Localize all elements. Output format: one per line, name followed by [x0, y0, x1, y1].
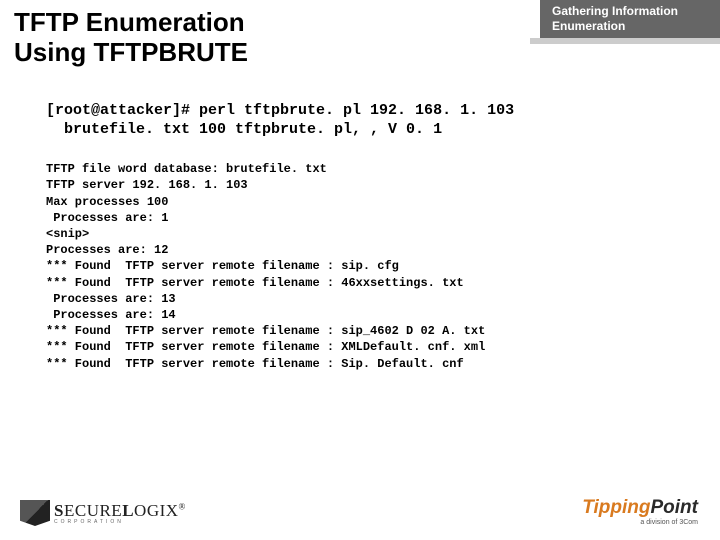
title-line1: TFTP Enumeration — [14, 7, 245, 37]
brand-reg: ® — [179, 501, 186, 511]
section-tab: Gathering Information Enumeration — [540, 0, 720, 38]
out-l12: *** Found TFTP server remote filename : … — [46, 340, 485, 354]
tp-b: Point — [651, 497, 699, 518]
terminal-command: [root@attacker]# perl tftpbrute. pl 192.… — [46, 102, 720, 140]
tab-line1: Gathering Information — [552, 4, 678, 18]
securelogix-mark-icon — [20, 500, 50, 526]
out-l9: Processes are: 13 — [46, 292, 176, 306]
brand-b: ECURE — [64, 501, 122, 520]
tippingpoint-logo: TippingPoint a division of 3Com — [582, 498, 698, 526]
out-l10: Processes are: 14 — [46, 308, 176, 322]
brand-c: L — [122, 501, 134, 520]
terminal-output: TFTP file word database: brutefile. txt … — [46, 161, 720, 371]
slide-title: TFTP Enumeration Using TFTPBRUTE — [0, 0, 540, 68]
out-l3: Max processes 100 — [46, 195, 168, 209]
out-l6: Processes are: 12 — [46, 243, 168, 257]
securelogix-logo: SECURELOGIX® CORPORATION — [20, 500, 186, 526]
tp-sub: a division of 3Com — [582, 519, 698, 526]
out-l1: TFTP file word database: brutefile. txt — [46, 162, 327, 176]
title-line2: Using TFTPBRUTE — [14, 37, 248, 67]
brand-a: S — [54, 501, 64, 520]
tab-line2: Enumeration — [552, 19, 625, 33]
out-l7: *** Found TFTP server remote filename : … — [46, 259, 399, 273]
brand-d: OGIX — [134, 501, 179, 520]
out-l13: *** Found TFTP server remote filename : … — [46, 357, 464, 371]
slide-footer: SECURELOGIX® CORPORATION TippingPoint a … — [0, 498, 720, 526]
slide-header: TFTP Enumeration Using TFTPBRUTE Gatheri… — [0, 0, 720, 68]
cmd-line2: brutefile. txt 100 tftpbrute. pl, , V 0.… — [46, 121, 442, 138]
out-l11: *** Found TFTP server remote filename : … — [46, 324, 485, 338]
out-l4: Processes are: 1 — [46, 211, 168, 225]
out-l8: *** Found TFTP server remote filename : … — [46, 276, 464, 290]
securelogix-text: SECURELOGIX® CORPORATION — [54, 501, 186, 525]
tp-a: Tipping — [582, 497, 650, 518]
out-l5: <snip> — [46, 227, 89, 241]
cmd-line1: [root@attacker]# perl tftpbrute. pl 192.… — [46, 102, 514, 119]
out-l2: TFTP server 192. 168. 1. 103 — [46, 178, 248, 192]
